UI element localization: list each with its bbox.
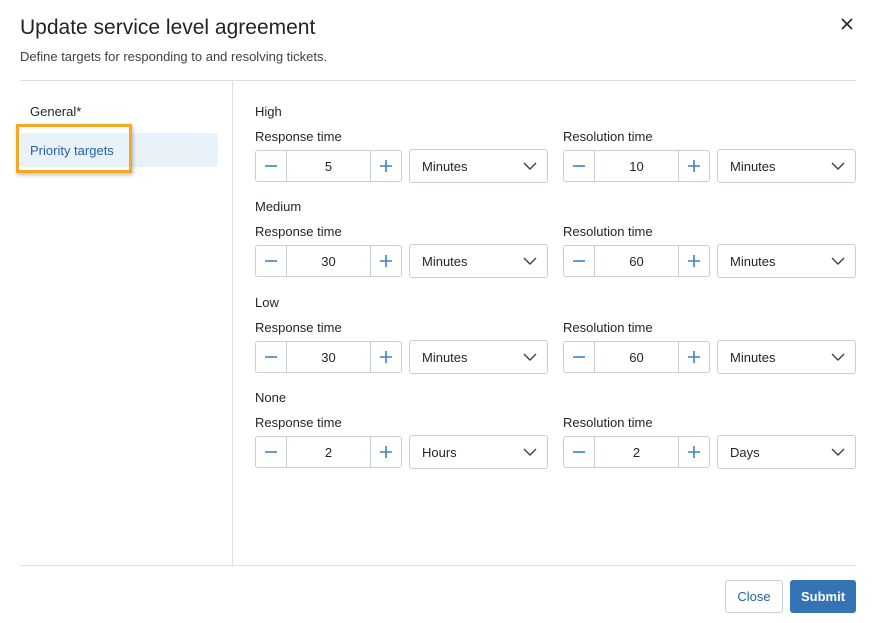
submit-button[interactable]: Submit <box>790 580 856 613</box>
minus-icon[interactable] <box>256 151 286 181</box>
plus-icon[interactable] <box>371 151 401 181</box>
response-stepper-medium: 30 <box>255 245 402 277</box>
resolution-time-label: Resolution time <box>563 415 653 430</box>
resolution-unit-low: Minutes <box>730 349 776 365</box>
chevron-down-icon <box>523 353 537 361</box>
sla-dialog: Update service level agreement Define ta… <box>0 0 879 623</box>
resolution-stepper-medium: 60 <box>563 245 710 277</box>
resolution-unit-select-low[interactable]: Minutes <box>717 340 856 374</box>
dialog-title: Update service level agreement <box>20 16 316 39</box>
chevron-down-icon <box>831 353 845 361</box>
priority-title-medium: Medium <box>255 199 302 214</box>
resolution-stepper-low: 60 <box>563 341 710 373</box>
resolution-unit-medium: Minutes <box>730 253 776 269</box>
response-unit-medium: Minutes <box>422 253 468 269</box>
resolution-value-low[interactable]: 60 <box>594 342 679 372</box>
nav-item-general[interactable]: General* <box>20 94 218 128</box>
resolution-stepper-high: 10 <box>563 150 710 182</box>
response-value-high[interactable]: 5 <box>286 151 371 181</box>
chevron-down-icon <box>523 162 537 170</box>
response-value-medium[interactable]: 30 <box>286 246 371 276</box>
plus-icon[interactable] <box>371 437 401 467</box>
vertical-divider <box>232 81 233 565</box>
minus-icon[interactable] <box>256 437 286 467</box>
response-stepper-low: 30 <box>255 341 402 373</box>
chevron-down-icon <box>831 448 845 456</box>
chevron-down-icon <box>523 448 537 456</box>
response-unit-select-high[interactable]: Minutes <box>409 149 548 183</box>
response-unit-low: Minutes <box>422 349 468 365</box>
plus-icon[interactable] <box>679 437 709 467</box>
response-unit-high: Minutes <box>422 158 468 174</box>
resolution-stepper-none: 2 <box>563 436 710 468</box>
response-unit-none: Hours <box>422 444 457 460</box>
priority-title-low: Low <box>255 295 279 310</box>
plus-icon[interactable] <box>371 246 401 276</box>
resolution-unit-select-none[interactable]: Days <box>717 435 856 469</box>
priority-title-none: None <box>255 390 287 405</box>
minus-icon[interactable] <box>564 342 594 372</box>
plus-icon[interactable] <box>371 342 401 372</box>
resolution-unit-select-medium[interactable]: Minutes <box>717 244 856 278</box>
minus-icon[interactable] <box>256 246 286 276</box>
plus-icon[interactable] <box>679 246 709 276</box>
response-time-label: Response time <box>255 415 342 430</box>
response-stepper-none: 2 <box>255 436 402 468</box>
resolution-value-high[interactable]: 10 <box>594 151 679 181</box>
response-value-none[interactable]: 2 <box>286 437 371 467</box>
response-time-label: Response time <box>255 224 342 239</box>
resolution-unit-high: Minutes <box>730 158 776 174</box>
chevron-down-icon <box>831 257 845 265</box>
resolution-time-label: Resolution time <box>563 224 653 239</box>
resolution-time-label: Resolution time <box>563 129 653 144</box>
minus-icon[interactable] <box>564 246 594 276</box>
chevron-down-icon <box>523 257 537 265</box>
plus-icon[interactable] <box>679 151 709 181</box>
resolution-value-none[interactable]: 2 <box>594 437 679 467</box>
close-button[interactable]: Close <box>725 580 783 613</box>
nav-item-priority-targets[interactable]: Priority targets <box>20 133 218 167</box>
response-time-label: Response time <box>255 320 342 335</box>
response-value-low[interactable]: 30 <box>286 342 371 372</box>
chevron-down-icon <box>831 162 845 170</box>
response-stepper-high: 5 <box>255 150 402 182</box>
resolution-unit-none: Days <box>730 444 760 460</box>
minus-icon[interactable] <box>564 151 594 181</box>
close-icon[interactable] <box>837 13 857 35</box>
response-time-label: Response time <box>255 129 342 144</box>
minus-icon[interactable] <box>256 342 286 372</box>
footer-divider <box>20 565 856 566</box>
response-unit-select-none[interactable]: Hours <box>409 435 548 469</box>
minus-icon[interactable] <box>564 437 594 467</box>
resolution-unit-select-high[interactable]: Minutes <box>717 149 856 183</box>
resolution-time-label: Resolution time <box>563 320 653 335</box>
priority-title-high: High <box>255 104 282 119</box>
response-unit-select-medium[interactable]: Minutes <box>409 244 548 278</box>
header-divider <box>20 80 856 81</box>
resolution-value-medium[interactable]: 60 <box>594 246 679 276</box>
dialog-subtitle: Define targets for responding to and res… <box>20 49 328 64</box>
plus-icon[interactable] <box>679 342 709 372</box>
response-unit-select-low[interactable]: Minutes <box>409 340 548 374</box>
